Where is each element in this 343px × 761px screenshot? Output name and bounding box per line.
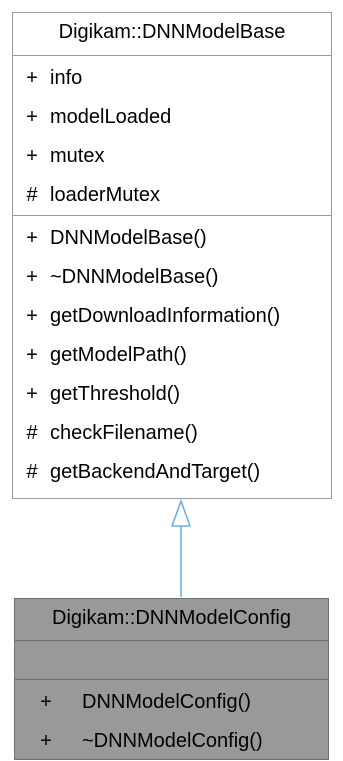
derived-class-box[interactable]: Digikam::DNNModelConfig + DNNModelConfig… [14, 598, 329, 760]
derived-class-title: Digikam::DNNModelConfig [52, 607, 291, 629]
operation-row: + ~DNNModelConfig() [15, 722, 328, 761]
derived-class-operations: + DNNModelConfig() + ~DNNModelConfig() [15, 679, 328, 761]
visibility-marker: + [40, 691, 52, 713]
inheritance-arrowhead-icon [170, 498, 192, 527]
operation-name: DNNModelConfig() [82, 691, 251, 713]
visibility-marker: + [40, 730, 52, 752]
operation-name: ~DNNModelConfig() [82, 730, 263, 752]
operation-row: + DNNModelConfig() [15, 683, 328, 722]
derived-class-attributes [15, 640, 328, 679]
